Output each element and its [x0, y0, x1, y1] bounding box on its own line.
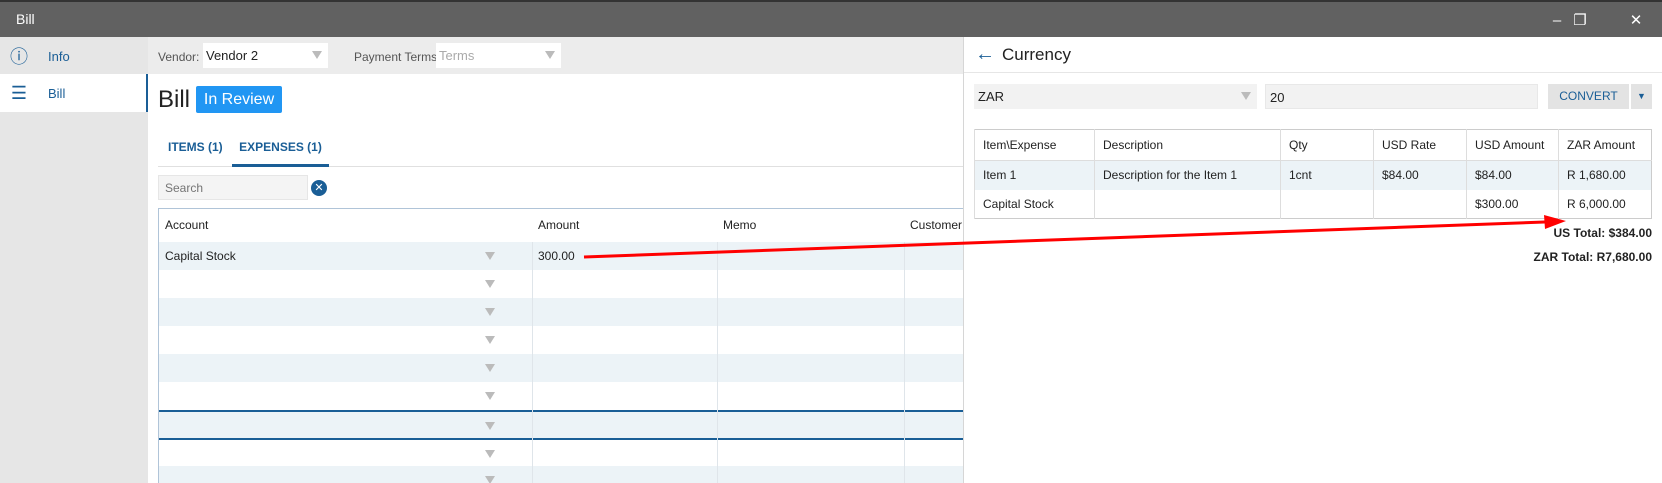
vendor-value: Vendor 2	[206, 48, 259, 63]
column-header: Description	[1094, 129, 1281, 161]
payment-terms-label: Payment Terms:	[354, 50, 441, 64]
list-icon: ☰	[10, 82, 28, 103]
table-row[interactable]: Capital Stock $300.00 R 6,000.00	[974, 189, 1652, 219]
cell: $84.00	[1466, 160, 1559, 190]
terms-placeholder: Terms	[439, 48, 475, 63]
sidebar-item-label: Info	[48, 48, 70, 64]
cell: Description for the Item 1	[1094, 160, 1281, 190]
chevron-down-icon[interactable]	[485, 252, 495, 260]
chevron-down-icon[interactable]	[485, 308, 495, 316]
table-row[interactable]	[159, 298, 963, 326]
expenses-grid: Account Amount Memo Customer Capital Sto…	[158, 208, 963, 483]
sidebar-item-info[interactable]: ⓘ Info	[0, 37, 148, 75]
column-header: ZAR Amount	[1558, 129, 1652, 161]
amount-cell[interactable]: 300.00	[532, 242, 575, 270]
page-title: Bill	[158, 86, 191, 113]
sidebar-item-label: Bill	[48, 85, 66, 101]
column-divider	[904, 242, 905, 483]
currency-dropdown[interactable]: ZAR	[974, 84, 1257, 109]
column-header-amount[interactable]: Amount	[532, 209, 579, 242]
chevron-down-icon	[1241, 92, 1251, 100]
column-header: Qty	[1280, 129, 1374, 161]
account-cell[interactable]: Capital Stock	[159, 242, 236, 270]
chevron-down-icon[interactable]	[485, 422, 495, 430]
restore-button[interactable]: ❐	[1557, 4, 1603, 37]
vendor-dropdown[interactable]: Vendor 2	[203, 43, 328, 68]
cell: R 1,680.00	[1558, 160, 1652, 190]
sidebar-item-bill[interactable]: ☰ Bill	[0, 74, 148, 112]
chevron-down-icon	[312, 51, 322, 59]
panel-divider	[964, 72, 1662, 73]
info-icon: ⓘ	[10, 47, 28, 67]
zar-total: ZAR Total: R7,680.00	[1533, 250, 1652, 264]
panel-title: Currency	[1002, 45, 1071, 64]
table-row[interactable]	[159, 438, 963, 466]
vendor-label: Vendor:	[158, 50, 200, 64]
chevron-down-icon	[545, 51, 555, 59]
cell: 1cnt	[1280, 160, 1374, 190]
cell: Item 1	[974, 160, 1095, 190]
column-divider	[532, 242, 533, 483]
chevron-down-icon[interactable]	[485, 280, 495, 288]
title-bar: Bill – ❐ ✕	[0, 2, 1662, 37]
table-row[interactable]: Capital Stock 300.00	[159, 242, 963, 270]
chevron-down-icon[interactable]	[485, 364, 495, 372]
table-row[interactable]	[159, 270, 963, 298]
table-row[interactable]	[159, 326, 963, 354]
table-row[interactable]	[159, 354, 963, 382]
convert-menu-chevron-icon[interactable]: ▼	[1631, 84, 1652, 109]
currency-table: Item\Expense Description Qty USD Rate US…	[974, 129, 1652, 219]
column-header: Item\Expense	[974, 129, 1095, 161]
table-row[interactable]: Item 1 Description for the Item 1 1cnt $84.…	[974, 160, 1652, 190]
cell	[1094, 189, 1281, 219]
cell: $84.00	[1373, 160, 1467, 190]
column-header-customer[interactable]: Customer	[904, 209, 962, 242]
column-header-account[interactable]: Account	[159, 209, 208, 242]
column-header: USD Amount	[1466, 129, 1559, 161]
table-row[interactable]	[159, 382, 963, 410]
table-header: Item\Expense Description Qty USD Rate US…	[974, 129, 1652, 161]
rate-input[interactable]: 20	[1265, 84, 1538, 109]
chevron-down-icon[interactable]	[485, 392, 495, 400]
us-total: US Total: $384.00	[1553, 226, 1652, 240]
cell	[1373, 189, 1467, 219]
grid-header: Account Amount Memo Customer	[159, 209, 963, 242]
status-badge: In Review	[196, 86, 282, 113]
currency-value: ZAR	[978, 89, 1004, 104]
window-title: Bill	[16, 11, 35, 27]
cell	[1280, 189, 1374, 219]
chevron-down-icon[interactable]	[485, 336, 495, 344]
sidebar: ⓘ Info ☰ Bill	[0, 37, 148, 483]
column-divider	[717, 242, 718, 483]
tab-items[interactable]: ITEMS (1)	[168, 140, 223, 154]
convert-button[interactable]: CONVERT	[1548, 84, 1629, 109]
payment-terms-dropdown[interactable]: Terms	[436, 43, 561, 68]
search-input[interactable]	[158, 175, 308, 200]
chevron-down-icon[interactable]	[485, 450, 495, 458]
cell: R 6,000.00	[1558, 189, 1652, 219]
chevron-down-icon[interactable]	[485, 476, 495, 483]
clear-search-icon[interactable]: ✕	[311, 180, 327, 196]
close-button[interactable]: ✕	[1613, 4, 1659, 37]
table-row[interactable]	[159, 410, 963, 438]
cell: $300.00	[1466, 189, 1559, 219]
rate-value: 20	[1270, 90, 1285, 105]
back-arrow-icon[interactable]: ←	[975, 43, 995, 66]
cell: Capital Stock	[974, 189, 1095, 219]
column-header: USD Rate	[1373, 129, 1467, 161]
tab-expenses[interactable]: EXPENSES (1)	[232, 140, 329, 167]
table-row[interactable]	[159, 466, 963, 483]
column-header-memo[interactable]: Memo	[717, 209, 756, 242]
